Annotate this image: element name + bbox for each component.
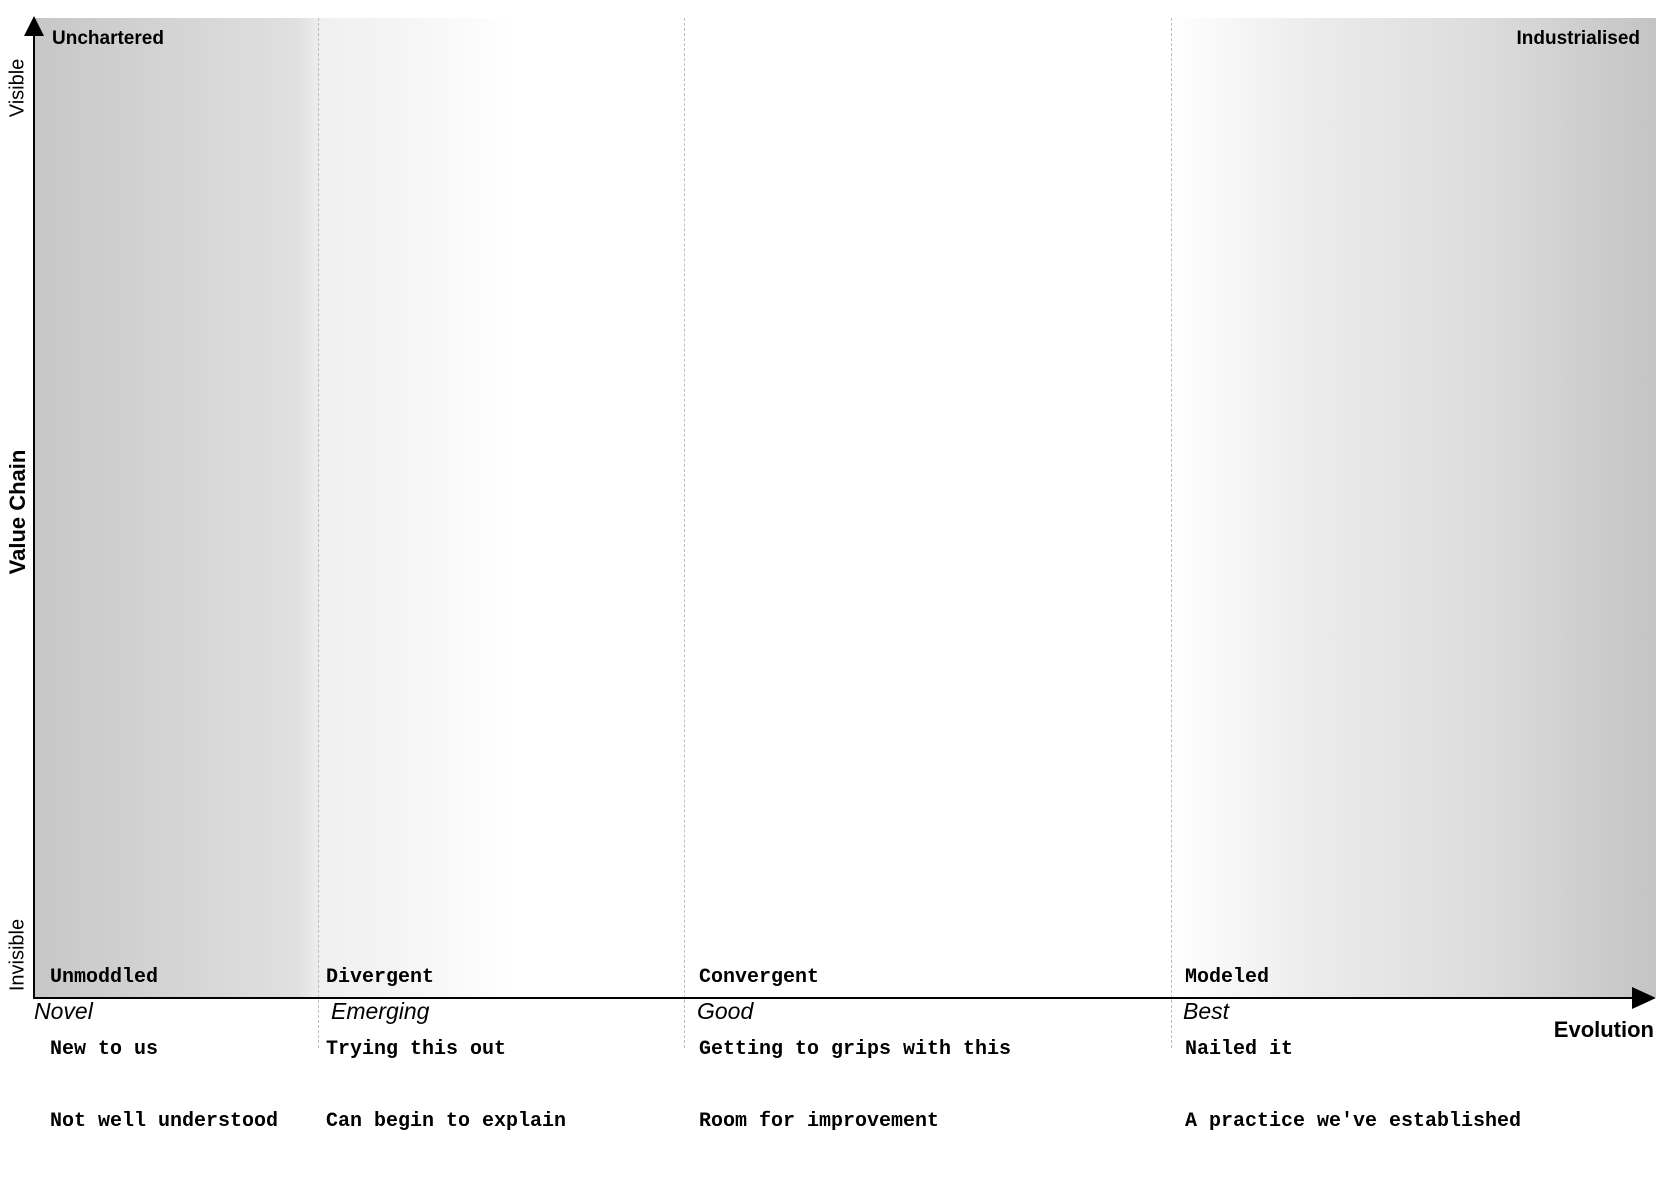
stage-description-emerging: Divergent Trying this out Can begin to e… [326,918,566,1182]
corner-label-uncharted: Unchartered [52,28,164,49]
stage-divider-best [1171,18,1172,1048]
stage-line: Unmoddled [50,966,159,989]
stage-divider-emerging [318,18,319,1048]
stage-description-best: Modeled Nailed it A practice we've estab… [1185,918,1521,1182]
stage-line: Divergent [326,966,435,989]
y-axis-line [33,26,35,999]
stage-line: Convergent [699,966,820,989]
arrow-right-icon [1632,987,1656,1009]
stage-description-good: Convergent Getting to grips with this Ro… [699,918,1011,1182]
stage-line: Getting to grips with this [699,1038,1012,1061]
wardley-map: Unchartered Industrialised Visible Value… [0,0,1662,1133]
y-axis-bottom-label: Invisible [6,918,29,992]
stage-line: Modeled [1185,966,1270,989]
y-axis-title: Value Chain [5,449,30,575]
stage-line: Trying this out [326,1038,507,1061]
corner-label-industrialised: Industrialised [1516,28,1640,49]
arrow-up-icon [24,16,44,36]
x-axis-title: Evolution [1553,1017,1654,1042]
stage-line: Room for improvement [699,1110,940,1133]
industrialised-shading [1170,18,1656,997]
stage-line: A practice we've established [1185,1110,1522,1133]
stage-line: Nailed it [1185,1038,1294,1061]
stage-description-novel: Unmoddled New to us Not well understood [50,918,278,1182]
uncharted-shading [34,18,514,997]
stage-line: Can begin to explain [326,1110,567,1133]
stage-divider-good [684,18,685,1048]
y-axis-top-label: Visible [6,58,29,118]
stage-line: Not well understood [50,1110,279,1133]
stage-line: New to us [50,1038,159,1061]
